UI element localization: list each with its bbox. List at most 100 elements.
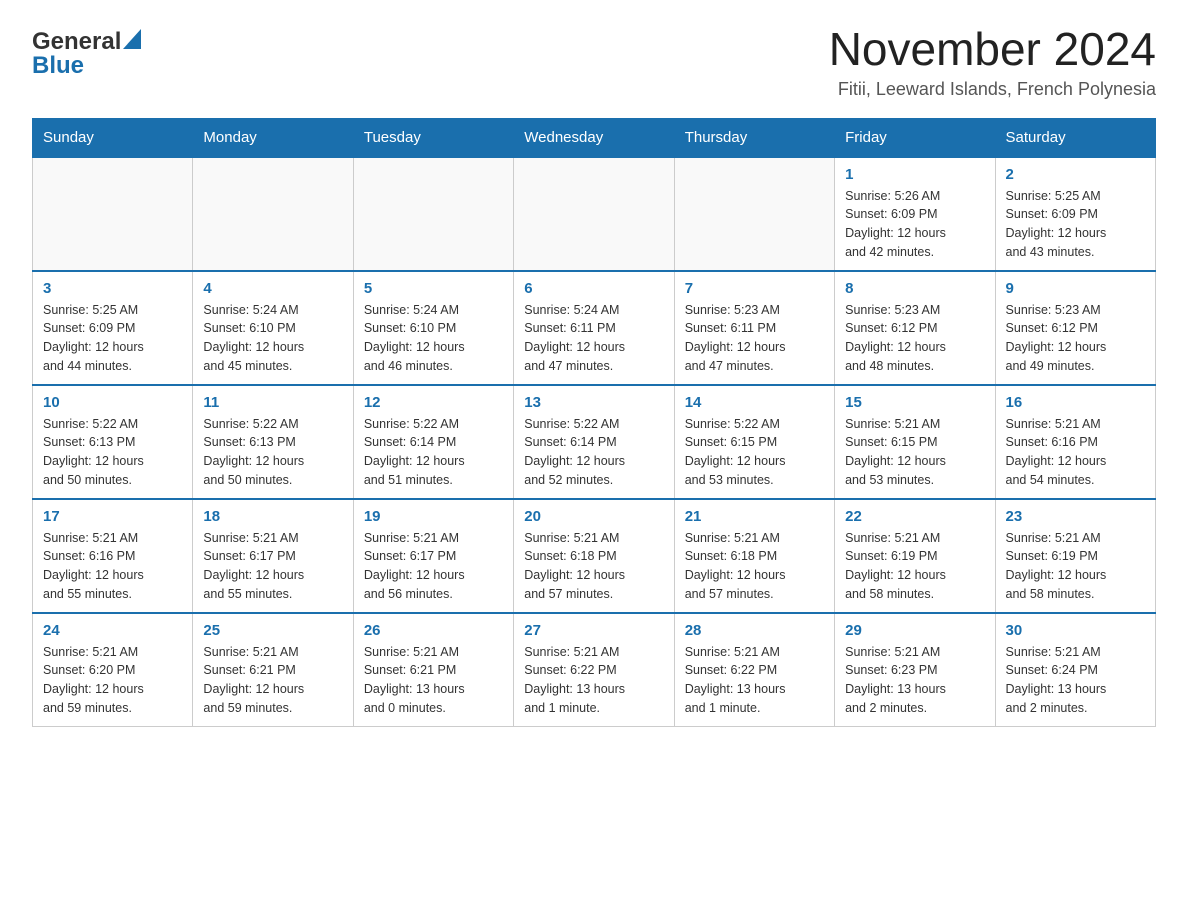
day-number: 13 [524, 394, 663, 411]
day-info: Sunrise: 5:25 AMSunset: 6:09 PMDaylight:… [43, 301, 182, 376]
day-number: 8 [845, 280, 984, 297]
day-number: 11 [203, 394, 342, 411]
col-header-saturday: Saturday [995, 118, 1155, 157]
day-info: Sunrise: 5:21 AMSunset: 6:16 PMDaylight:… [1006, 415, 1145, 490]
calendar-cell: 20 Sunrise: 5:21 AMSunset: 6:18 PMDayligh… [514, 499, 674, 613]
calendar-cell: 10Sunrise: 5:22 AMSunset: 6:13 PMDayligh… [33, 385, 193, 499]
day-info: Sunrise: 5:23 AMSunset: 6:12 PMDaylight:… [845, 301, 984, 376]
day-number: 12 [364, 394, 503, 411]
day-info: Sunrise: 5:21 AMSunset: 6:17 PMDaylight:… [364, 529, 503, 604]
day-info: Sunrise: 5:21 AMSunset: 6:22 PMDaylight:… [685, 643, 824, 718]
calendar-cell: 15 Sunrise: 5:21 AMSunset: 6:15 PMDayligh… [835, 385, 995, 499]
day-number: 18 [203, 508, 342, 525]
calendar-header-row: SundayMondayTuesdayWednesdayThursdayFrid… [33, 118, 1156, 157]
day-number: 25 [203, 622, 342, 639]
calendar-cell [353, 157, 513, 271]
calendar-cell: 2Sunrise: 5:25 AMSunset: 6:09 PMDaylight… [995, 157, 1155, 271]
day-info: Sunrise: 5:21 AMSunset: 6:18 PMDaylight:… [524, 529, 663, 604]
day-info: Sunrise: 5:21 AMSunset: 6:23 PMDaylight:… [845, 643, 984, 718]
day-info: Sunrise: 5:22 AMSunset: 6:14 PMDaylight:… [364, 415, 503, 490]
calendar-cell: 4Sunrise: 5:24 AMSunset: 6:10 PMDaylight… [193, 271, 353, 385]
page-header: General Blue November 2024 Fitii, Leewar… [32, 24, 1156, 100]
day-number: 27 [524, 622, 663, 639]
calendar-cell: 23 Sunrise: 5:21 AMSunset: 6:19 PMDayligh… [995, 499, 1155, 613]
day-number: 22 [845, 508, 984, 525]
day-number: 20 [524, 508, 663, 525]
day-number: 16 [1006, 394, 1145, 411]
day-info: Sunrise: 5:24 AMSunset: 6:10 PMDaylight:… [203, 301, 342, 376]
calendar-cell: 26 Sunrise: 5:21 AMSunset: 6:21 PMDayligh… [353, 613, 513, 727]
day-number: 15 [845, 394, 984, 411]
day-info: Sunrise: 5:21 AMSunset: 6:18 PMDaylight:… [685, 529, 824, 604]
calendar-cell: 17 Sunrise: 5:21 AMSunset: 6:16 PMDayligh… [33, 499, 193, 613]
calendar-cell: 24Sunrise: 5:21 AMSunset: 6:20 PMDayligh… [33, 613, 193, 727]
day-info: Sunrise: 5:21 AMSunset: 6:16 PMDaylight:… [43, 529, 182, 604]
day-info: Sunrise: 5:21 AMSunset: 6:24 PMDaylight:… [1006, 643, 1145, 718]
calendar-cell: 25 Sunrise: 5:21 AMSunset: 6:21 PMDayligh… [193, 613, 353, 727]
calendar-cell: 8 Sunrise: 5:23 AMSunset: 6:12 PMDaylight… [835, 271, 995, 385]
day-info: Sunrise: 5:25 AMSunset: 6:09 PMDaylight:… [1006, 187, 1145, 262]
day-info: Sunrise: 5:23 AMSunset: 6:12 PMDaylight:… [1006, 301, 1145, 376]
day-number: 30 [1006, 622, 1145, 639]
week-row-2: 3Sunrise: 5:25 AMSunset: 6:09 PMDaylight… [33, 271, 1156, 385]
calendar-cell [674, 157, 834, 271]
day-number: 26 [364, 622, 503, 639]
day-number: 17 [43, 508, 182, 525]
day-number: 14 [685, 394, 824, 411]
calendar-cell: 19 Sunrise: 5:21 AMSunset: 6:17 PMDayligh… [353, 499, 513, 613]
col-header-tuesday: Tuesday [353, 118, 513, 157]
calendar-cell: 30 Sunrise: 5:21 AMSunset: 6:24 PMDayligh… [995, 613, 1155, 727]
day-number: 7 [685, 280, 824, 297]
week-row-4: 17 Sunrise: 5:21 AMSunset: 6:16 PMDayligh… [33, 499, 1156, 613]
day-info: Sunrise: 5:21 AMSunset: 6:21 PMDaylight:… [203, 643, 342, 718]
calendar-cell: 18 Sunrise: 5:21 AMSunset: 6:17 PMDayligh… [193, 499, 353, 613]
day-info: Sunrise: 5:21 AMSunset: 6:21 PMDaylight:… [364, 643, 503, 718]
calendar-cell: 7 Sunrise: 5:23 AMSunset: 6:11 PMDaylight… [674, 271, 834, 385]
day-number: 19 [364, 508, 503, 525]
day-info: Sunrise: 5:21 AMSunset: 6:19 PMDaylight:… [1006, 529, 1145, 604]
col-header-wednesday: Wednesday [514, 118, 674, 157]
calendar-cell: 28 Sunrise: 5:21 AMSunset: 6:22 PMDayligh… [674, 613, 834, 727]
day-number: 5 [364, 280, 503, 297]
week-row-5: 24Sunrise: 5:21 AMSunset: 6:20 PMDayligh… [33, 613, 1156, 727]
day-info: Sunrise: 5:21 AMSunset: 6:22 PMDaylight:… [524, 643, 663, 718]
day-number: 9 [1006, 280, 1145, 297]
page-title: November 2024 [829, 24, 1156, 75]
day-info: Sunrise: 5:24 AMSunset: 6:11 PMDaylight:… [524, 301, 663, 376]
calendar-cell: 9 Sunrise: 5:23 AMSunset: 6:12 PMDaylight… [995, 271, 1155, 385]
calendar-cell [33, 157, 193, 271]
logo: General Blue [32, 24, 141, 80]
calendar-cell: 14Sunrise: 5:22 AMSunset: 6:15 PMDayligh… [674, 385, 834, 499]
calendar-cell: 5 Sunrise: 5:24 AMSunset: 6:10 PMDaylight… [353, 271, 513, 385]
day-info: Sunrise: 5:21 AMSunset: 6:19 PMDaylight:… [845, 529, 984, 604]
day-number: 28 [685, 622, 824, 639]
col-header-thursday: Thursday [674, 118, 834, 157]
day-info: Sunrise: 5:26 AMSunset: 6:09 PMDaylight:… [845, 187, 984, 262]
calendar-cell: 22 Sunrise: 5:21 AMSunset: 6:19 PMDayligh… [835, 499, 995, 613]
day-info: Sunrise: 5:24 AMSunset: 6:10 PMDaylight:… [364, 301, 503, 376]
calendar-cell: 3Sunrise: 5:25 AMSunset: 6:09 PMDaylight… [33, 271, 193, 385]
day-number: 23 [1006, 508, 1145, 525]
calendar-cell [193, 157, 353, 271]
col-header-sunday: Sunday [33, 118, 193, 157]
day-number: 29 [845, 622, 984, 639]
week-row-1: 1 Sunrise: 5:26 AMSunset: 6:09 PMDaylight… [33, 157, 1156, 271]
day-info: Sunrise: 5:21 AMSunset: 6:15 PMDaylight:… [845, 415, 984, 490]
day-number: 6 [524, 280, 663, 297]
day-number: 1 [845, 166, 984, 183]
day-number: 24 [43, 622, 182, 639]
logo-arrow-icon [123, 29, 141, 54]
calendar-cell: 6 Sunrise: 5:24 AMSunset: 6:11 PMDaylight… [514, 271, 674, 385]
week-row-3: 10Sunrise: 5:22 AMSunset: 6:13 PMDayligh… [33, 385, 1156, 499]
page-subtitle: Fitii, Leeward Islands, French Polynesia [829, 79, 1156, 100]
calendar-cell: 11Sunrise: 5:22 AMSunset: 6:13 PMDayligh… [193, 385, 353, 499]
day-number: 21 [685, 508, 824, 525]
col-header-friday: Friday [835, 118, 995, 157]
calendar-cell: 13Sunrise: 5:22 AMSunset: 6:14 PMDayligh… [514, 385, 674, 499]
day-info: Sunrise: 5:23 AMSunset: 6:11 PMDaylight:… [685, 301, 824, 376]
title-block: November 2024 Fitii, Leeward Islands, Fr… [829, 24, 1156, 100]
day-number: 10 [43, 394, 182, 411]
day-info: Sunrise: 5:21 AMSunset: 6:17 PMDaylight:… [203, 529, 342, 604]
calendar-cell: 29 Sunrise: 5:21 AMSunset: 6:23 PMDayligh… [835, 613, 995, 727]
calendar-cell: 12 Sunrise: 5:22 AMSunset: 6:14 PMDayligh… [353, 385, 513, 499]
